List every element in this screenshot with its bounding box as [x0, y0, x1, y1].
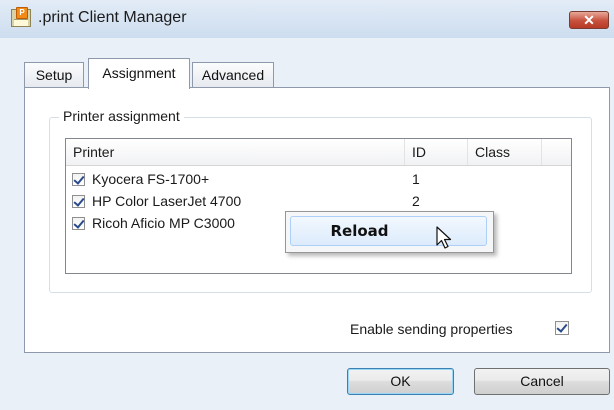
printer-checkbox[interactable] [72, 173, 85, 186]
close-icon: ✕ [583, 12, 595, 28]
context-menu: Reload [285, 211, 494, 253]
enable-sending-properties-checkbox[interactable] [555, 321, 569, 335]
tab-assignment[interactable]: Assignment [88, 58, 190, 89]
title-bar[interactable]: P .print Client Manager ✕ [0, 0, 614, 38]
printer-name: Ricoh Aficio MP C3000 [92, 215, 235, 231]
printer-name: Kyocera FS-1700+ [92, 171, 210, 187]
tab-advanced[interactable]: Advanced [192, 62, 274, 88]
list-item[interactable]: Kyocera FS-1700+ 1 [66, 169, 571, 191]
group-title: Printer assignment [59, 108, 184, 124]
printer-checkbox[interactable] [72, 195, 85, 208]
column-header-class[interactable]: Class [468, 139, 542, 165]
menu-item-reload[interactable]: Reload [290, 216, 487, 249]
tab-setup[interactable]: Setup [24, 62, 84, 88]
print-app-icon: P [11, 7, 31, 27]
printer-id: 2 [412, 193, 420, 209]
column-header-id[interactable]: ID [405, 139, 468, 165]
client-manager-window: P .print Client Manager ✕ Setup Assignme… [0, 0, 614, 410]
close-button[interactable]: ✕ [569, 11, 609, 29]
menu-item-label: Reload [330, 222, 389, 240]
printer-id: 1 [412, 171, 420, 187]
ok-button[interactable]: OK [347, 368, 454, 395]
list-item[interactable]: HP Color LaserJet 4700 2 [66, 191, 571, 213]
printer-list[interactable]: Printer ID Class Kyocera FS-1700+ 1 HP C… [65, 138, 572, 274]
list-header: Printer ID Class [66, 139, 571, 166]
app-icon-badge: P [16, 7, 28, 19]
cancel-button[interactable]: Cancel [474, 368, 610, 395]
printer-checkbox[interactable] [72, 217, 85, 230]
printer-name: HP Color LaserJet 4700 [92, 193, 242, 209]
window-title: .print Client Manager [38, 9, 187, 26]
enable-sending-properties-label: Enable sending properties [350, 321, 513, 337]
column-header-printer[interactable]: Printer [66, 139, 405, 165]
mouse-pointer-icon [436, 226, 452, 249]
